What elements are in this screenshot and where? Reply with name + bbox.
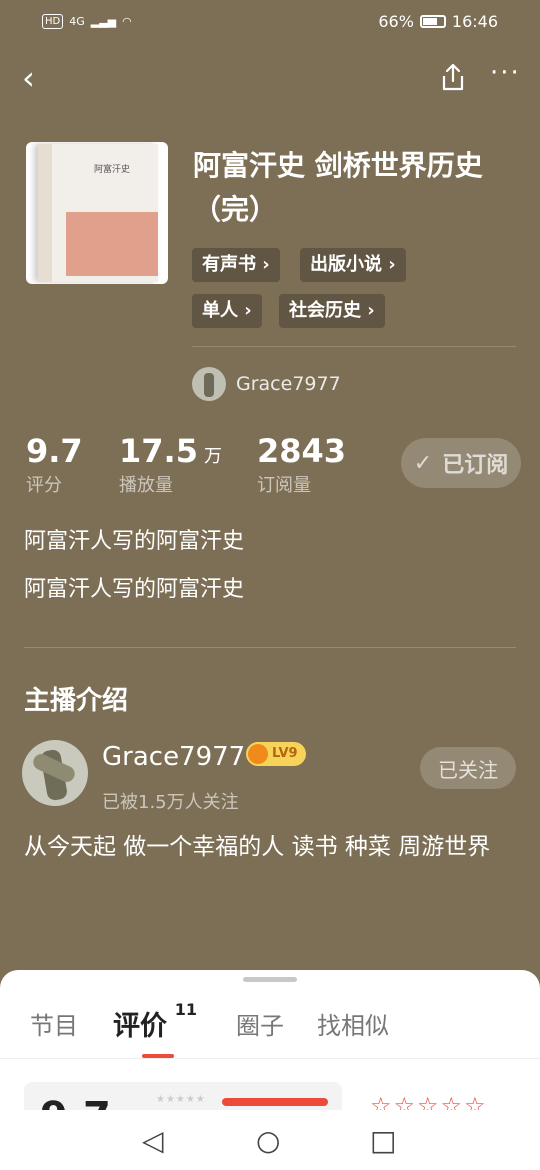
tab-circle[interactable]: 圈子	[236, 1006, 284, 1041]
cover-spine	[38, 144, 52, 282]
description-line: 阿富汗人写的阿富汗史	[24, 529, 245, 554]
divider	[0, 1058, 540, 1059]
stat-plays-unit: 万	[203, 446, 222, 467]
tab-episodes[interactable]: 节目	[30, 1006, 78, 1041]
status-bar-right: 66% 16:46	[378, 12, 498, 31]
stat-plays: 17.5 万 播放量	[119, 430, 222, 500]
author-row[interactable]: Grace7977	[192, 366, 341, 402]
host-name[interactable]: Grace7977	[102, 742, 245, 772]
book-cover[interactable]: 阿富汗史	[26, 142, 168, 284]
signal-icon: ▂▃▅	[90, 14, 117, 28]
hd-badge: HD	[42, 13, 64, 29]
tab-find-similar[interactable]: 找相似	[317, 1006, 389, 1041]
rating-summary-card: 9.7 ★★★★★	[24, 1082, 342, 1112]
stat-subscriptions: 2843 订阅量	[257, 430, 346, 500]
stat-rating: 9.7 评分	[26, 430, 83, 500]
subscribe-label: 已订阅	[442, 453, 509, 478]
avatar[interactable]	[192, 367, 226, 401]
system-nav-bar: ◁ ○ □	[0, 1110, 540, 1170]
host-fans: 已被1.5万人关注	[102, 792, 239, 813]
status-bar-left: HD 4G ▂▃▅ ◠	[42, 13, 132, 29]
tag-published-novel[interactable]: 出版小说 ›	[300, 248, 406, 282]
top-nav: ‹ ···	[0, 58, 540, 102]
battery-percent: 66%	[378, 11, 414, 31]
stat-rating-label: 评分	[26, 475, 62, 496]
stat-subscriptions-value: 2843	[257, 432, 347, 470]
tab-reviews-label: 评价	[113, 1011, 167, 1042]
chevron-left-icon[interactable]: ‹	[22, 60, 35, 96]
author-name[interactable]: Grace7977	[236, 373, 341, 395]
status-bar: HD 4G ▂▃▅ ◠ 66% 16:46	[0, 0, 540, 42]
subscribe-button[interactable]: ✓ 已订阅	[401, 438, 521, 488]
clock: 16:46	[451, 11, 498, 31]
divider	[192, 346, 516, 347]
stat-subscriptions-label: 订阅量	[257, 475, 311, 496]
recent-apps-icon[interactable]: □	[370, 1124, 396, 1157]
check-icon: ✓	[413, 450, 433, 476]
host-section-title: 主播介绍	[24, 686, 129, 716]
tab-reviews[interactable]: 评价 11	[113, 1000, 197, 1043]
back-icon[interactable]: ◁	[142, 1124, 164, 1157]
divider	[24, 647, 516, 648]
follow-button[interactable]: 已关注	[420, 747, 516, 789]
star-icon: ★★★★★	[156, 1094, 206, 1105]
cover-title: 阿富汗史	[94, 165, 131, 175]
home-icon[interactable]: ○	[256, 1124, 280, 1157]
tag-social-history[interactable]: 社会历史 ›	[279, 294, 385, 328]
cover-pink-block	[66, 212, 158, 276]
level-badge: LV9	[246, 742, 306, 766]
rating-bar	[222, 1098, 328, 1106]
description-line: 阿富汗人写的阿富汗史	[24, 577, 245, 602]
drag-handle[interactable]	[243, 977, 297, 982]
stat-plays-label: 播放量	[119, 475, 173, 496]
tag-audiobook[interactable]: 有声书 ›	[192, 248, 280, 282]
review-count: 11	[174, 1000, 197, 1019]
tag-solo[interactable]: 单人 ›	[192, 294, 262, 328]
battery-icon	[419, 14, 446, 28]
host-avatar[interactable]	[22, 740, 88, 806]
stat-plays-value: 17.5	[119, 432, 198, 470]
share-icon[interactable]	[438, 62, 468, 92]
host-intro: 从今天起 做一个幸福的人 读书 种菜 周游世界	[24, 834, 491, 860]
album-title: 阿富汗史 剑桥世界历史（完）	[193, 149, 483, 226]
more-dots-icon[interactable]: ···	[490, 58, 521, 88]
wifi-icon: ◠	[122, 14, 132, 28]
stat-rating-value: 9.7	[26, 432, 83, 470]
network-badge: 4G	[69, 14, 85, 28]
album-description: 阿富汗人写的阿富汗史 阿富汗人写的阿富汗史	[24, 518, 244, 614]
